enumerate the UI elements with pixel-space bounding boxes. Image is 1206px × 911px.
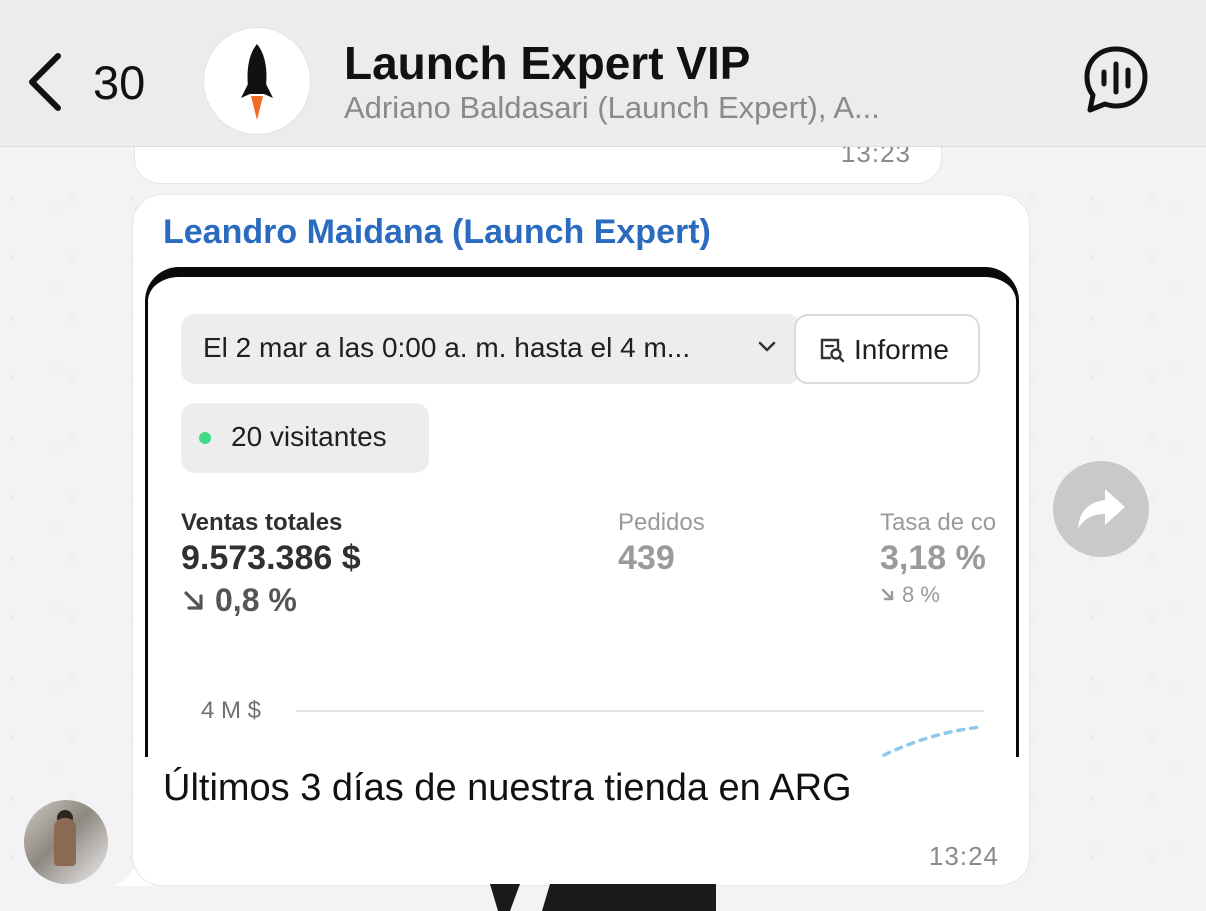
message-time: 13:24: [928, 841, 999, 871]
sender-name[interactable]: Leandro Maidana (Launch Expert): [163, 213, 711, 252]
chat-members[interactable]: Adriano Baldasari (Launch Expert), A...: [344, 90, 880, 126]
message-caption: Últimos 3 días de nuestra tienda en ARG: [163, 767, 852, 809]
chart-trend-line: [882, 725, 982, 757]
avatar-figure: [54, 818, 76, 866]
forward-button[interactable]: [1053, 461, 1149, 557]
forward-arrow-icon: [1078, 489, 1125, 529]
back-button[interactable]: [24, 52, 66, 112]
group-avatar[interactable]: [204, 28, 310, 134]
message-bubble[interactable]: Leandro Maidana (Launch Expert) El 2 mar…: [132, 194, 1030, 886]
rocket-icon: [241, 44, 273, 120]
chat-title[interactable]: Launch Expert VIP: [344, 36, 750, 90]
image-attachment[interactable]: El 2 mar a las 0:00 a. m. hasta el 4 m..…: [145, 267, 1019, 757]
sales-chart: [296, 710, 984, 757]
unread-count[interactable]: 30: [93, 55, 145, 110]
voice-chat-button[interactable]: [1082, 44, 1150, 116]
voice-chat-icon: [1084, 46, 1148, 113]
next-message-preview: [490, 884, 716, 911]
chat-header: 30 Launch Expert VIP Adriano Baldasari (…: [0, 0, 1206, 147]
sender-avatar[interactable]: [24, 800, 108, 884]
chevron-left-icon: [29, 53, 61, 111]
